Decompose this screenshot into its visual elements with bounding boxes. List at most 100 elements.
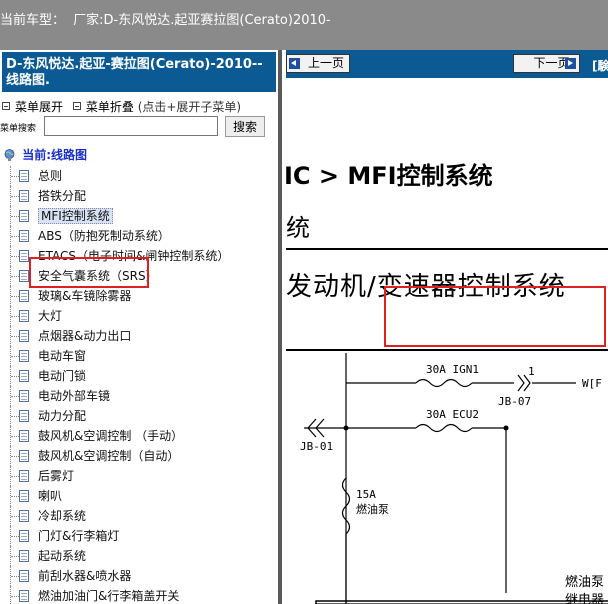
tree-item[interactable]: 门灯&行李箱灯 <box>0 526 278 546</box>
document-icon <box>19 410 29 422</box>
tree-connector <box>11 536 19 537</box>
tree-item-label: MFI控制系统 <box>38 208 113 224</box>
document-icon <box>19 270 29 282</box>
tree-connector <box>11 316 19 317</box>
tree-item[interactable]: 喇叭 <box>0 486 278 506</box>
fuse3-rating: 15A <box>356 488 376 501</box>
divider <box>286 248 608 250</box>
document-icon <box>19 570 29 582</box>
tree-item[interactable]: 鼓风机&空调控制 （手动） <box>0 426 278 446</box>
document-icon <box>19 390 29 402</box>
tree-connector <box>11 576 19 577</box>
tree-item-label: 前刮水器&喷水器 <box>38 569 132 583</box>
tree-connector <box>10 586 11 604</box>
document-panel: 上一页 下一页 [験 IC > MFI控制系统 统 发动机/变速器控制系统 30… <box>286 50 608 604</box>
document-icon <box>19 490 29 502</box>
document-icon <box>19 210 29 222</box>
tree-connector <box>11 416 19 417</box>
tree-item-label: 电动门锁 <box>38 369 87 383</box>
connector-top-label: JB-07 <box>498 395 531 408</box>
tree-connector <box>11 496 19 497</box>
document-icon <box>19 510 29 522</box>
pin-label: 1 <box>528 365 535 378</box>
wire-label: W[F <box>582 377 602 390</box>
tree-item-label: 鼓风机&空调控制 （手动） <box>38 429 184 443</box>
arrow-left-icon <box>289 58 300 69</box>
section-subtitle: 统 <box>286 214 310 242</box>
tree-connector <box>11 336 19 337</box>
vehicle-value: 厂家:D-东风悦达.起亚赛拉图(Cerato)2010- <box>73 13 331 28</box>
tree-item[interactable]: 总则 <box>0 166 278 186</box>
menu-tree: 当前:线路图 总则 搭铁分配 MFI控制系统 ABS（防抱死制动系统） ETACS（电子… <box>0 146 278 604</box>
tree-item[interactable]: 搭铁分配 <box>0 186 278 206</box>
tree-item[interactable]: ABS（防抱死制动系统） <box>0 226 278 246</box>
document-icon <box>19 330 29 342</box>
tree-item[interactable]: 鼓风机&空调控制（自动） <box>0 446 278 466</box>
tree-item-label: 电动外部车镜 <box>38 389 111 403</box>
tree-item[interactable]: 电动门锁 <box>0 366 278 386</box>
fuse-ign1-label: 30A IGN1 <box>426 363 479 376</box>
tree-connector <box>11 516 19 517</box>
tree-connector <box>11 556 19 557</box>
document-icon <box>19 550 29 562</box>
tree-item-label: 门灯&行李箱灯 <box>38 529 120 543</box>
document-icon <box>19 290 29 302</box>
search-label: 菜单搜索 <box>0 124 37 134</box>
tree-item[interactable]: 电动外部车镜 <box>0 386 278 406</box>
expand-icon[interactable] <box>2 102 10 110</box>
document-icon <box>19 190 29 202</box>
highlight-box <box>29 257 149 288</box>
fuse-ecu2-label: 30A ECU2 <box>426 408 479 421</box>
tree-item[interactable]: 电动车窗 <box>0 346 278 366</box>
left-panel: D-东风悦达.起亚-赛拉图(Cerato)-2010-- 线路图. 菜单展开 菜… <box>0 50 282 604</box>
tree-item[interactable]: 玻璃&车镜除雾器 <box>0 286 278 306</box>
tree-item-label: 玻璃&车镜除雾器 <box>38 289 132 303</box>
document-icon <box>19 590 29 602</box>
tree-connector <box>11 476 19 477</box>
junction-dot <box>503 425 509 431</box>
top-bar: 当前车型： 厂家:D-东风悦达.起亚赛拉图(Cerato)2010- <box>0 0 608 50</box>
document-icon <box>19 230 29 242</box>
tree-item[interactable]: 冷却系统 <box>0 506 278 526</box>
tree-item[interactable]: 点烟器&动力出口 <box>0 326 278 346</box>
prev-page-label: 上一页 <box>307 56 344 70</box>
document-icon <box>19 450 29 462</box>
tree-item-label: 鼓风机&空调控制（自动） <box>38 449 180 463</box>
tree-item[interactable]: 后雾灯 <box>0 466 278 486</box>
prev-page-button[interactable]: 上一页 <box>286 54 350 73</box>
tree-item[interactable]: 大灯 <box>0 306 278 326</box>
collapse-icon[interactable] <box>72 102 81 110</box>
tree-connector <box>11 396 19 397</box>
document-icon <box>19 370 29 382</box>
tree-connector <box>11 296 19 297</box>
tree-connector <box>11 256 19 257</box>
tree-item[interactable]: 燃油加油门&行李箱盖开关 <box>0 586 278 604</box>
tree-item-label: 动力分配 <box>38 409 87 423</box>
tree-item[interactable]: MFI控制系统 <box>0 206 278 226</box>
nav-bar: 上一页 下一页 [験 <box>286 50 608 78</box>
document-icon <box>19 250 29 262</box>
tree-connector <box>11 436 19 437</box>
divider <box>286 349 608 351</box>
menu-controls: 菜单展开 菜单折叠 (点击+展开子菜单) <box>0 92 278 114</box>
tree-item-label: ABS（防抱死制动系统） <box>38 229 170 243</box>
tree-root[interactable]: 当前:线路图 <box>0 146 278 166</box>
search-input[interactable] <box>44 116 218 136</box>
heading-prefix: 发动机/ <box>286 272 377 302</box>
tree-item[interactable]: 起动系统 <box>0 546 278 566</box>
relay-label-1: 燃油泵 <box>565 574 604 590</box>
tree-item-label: 点烟器&动力出口 <box>38 329 132 343</box>
tree-item-label: 大灯 <box>38 309 63 323</box>
next-page-button[interactable]: 下一页 <box>513 54 580 73</box>
tree-item-label: 后雾灯 <box>38 469 75 483</box>
tree-connector <box>11 456 19 457</box>
document-icon <box>19 530 29 542</box>
nav-extra-text: [験 <box>592 59 608 73</box>
wiring-schematic: 30A IGN1 30A ECU2 JB-07 JB-01 1 W[F 15A … <box>300 353 608 604</box>
panel-title: D-东风悦达.起亚-赛拉图(Cerato)-2010-- 线路图. <box>2 52 276 92</box>
tree-item[interactable]: 前刮水器&喷水器 <box>0 566 278 586</box>
tree-connector <box>11 356 19 357</box>
tree-item[interactable]: 动力分配 <box>0 406 278 426</box>
tree-item-label: 燃油加油门&行李箱盖开关 <box>38 589 180 603</box>
search-button[interactable]: 搜索 <box>225 116 265 137</box>
